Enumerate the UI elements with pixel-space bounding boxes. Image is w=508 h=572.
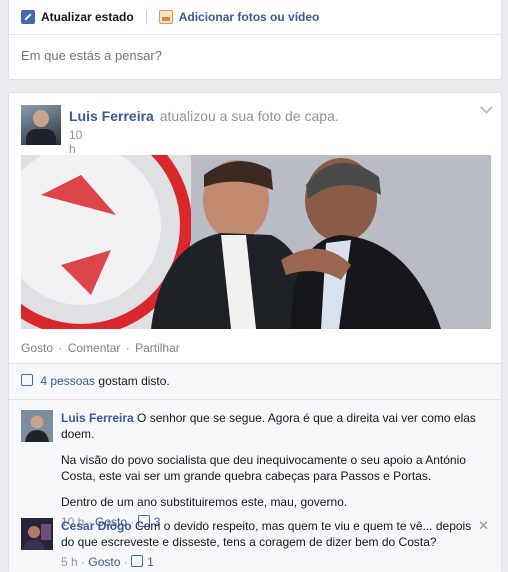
post-action-text: atualizou a sua foto de capa. xyxy=(159,108,339,124)
chevron-down-icon[interactable] xyxy=(480,101,493,114)
like-button[interactable]: Gosto xyxy=(21,341,53,355)
comment-first-line: Luis Ferreira O senhor que se segue. Ago… xyxy=(61,410,481,442)
likes-summary: 4 pessoas gostam disto. xyxy=(9,363,501,399)
comment-author-link[interactable]: Luis Ferreira xyxy=(61,411,134,425)
action-separator: · xyxy=(123,555,128,569)
likes-summary-text: 4 pessoas gostam disto. xyxy=(21,374,170,388)
comment-first-line: Cesar Diogo Com o devido respeito, mas q… xyxy=(61,518,481,550)
comments-section: Luis Ferreira O senhor que se segue. Ago… xyxy=(9,399,501,572)
tab-add-photos[interactable]: Adicionar fotos ou vídeo xyxy=(158,10,320,24)
cover-photo[interactable] xyxy=(21,155,491,329)
status-input[interactable]: Em que estás a pensar? xyxy=(9,35,501,76)
comment-like-count[interactable]: 1 xyxy=(147,555,154,569)
tab-divider xyxy=(145,10,147,24)
comment-timestamp[interactable]: 5 h · xyxy=(61,555,85,569)
action-separator: · xyxy=(58,341,63,355)
comment-author-link[interactable]: Cesar Diogo xyxy=(61,519,132,533)
close-icon[interactable]: ✕ xyxy=(478,518,489,534)
comment-avatar[interactable] xyxy=(21,518,53,550)
post-actions: Gosto · Comentar · Partilhar xyxy=(21,341,180,355)
tab-add-photos-label: Adicionar fotos ou vídeo xyxy=(178,10,320,24)
comment-avatar-art xyxy=(21,410,53,442)
comment: Cesar Diogo Com o devido respeito, mas q… xyxy=(21,518,489,572)
post-headline: Luis Ferreira atualizou a sua foto de ca… xyxy=(69,108,339,124)
composer-tabs: Atualizar estado Adicionar fotos ou víde… xyxy=(9,0,501,35)
comment-like-button[interactable]: Gosto xyxy=(88,555,120,569)
comment-paragraph: Na visão do povo socialista que deu ineq… xyxy=(61,453,466,483)
likes-count-link[interactable]: 4 pessoas xyxy=(40,374,95,388)
comment-meta: 5 h · Gosto · 1 xyxy=(61,554,481,570)
action-separator: · xyxy=(125,341,130,355)
likes-suffix: gostam disto. xyxy=(98,374,170,388)
status-composer: Atualizar estado Adicionar fotos ou víde… xyxy=(8,0,502,80)
feed-post: Luis Ferreira atualizou a sua foto de ca… xyxy=(8,92,502,572)
post-author-link[interactable]: Luis Ferreira xyxy=(69,108,154,124)
comment-body: Cesar Diogo Com o devido respeito, mas q… xyxy=(61,518,481,570)
comment-body: Luis Ferreira O senhor que se segue. Ago… xyxy=(61,410,481,530)
share-button[interactable]: Partilhar xyxy=(135,341,180,355)
comment-button[interactable]: Comentar xyxy=(68,341,121,355)
cover-photo-art xyxy=(21,155,491,329)
photo-icon xyxy=(158,10,173,24)
author-avatar[interactable] xyxy=(21,105,61,145)
pencil-icon xyxy=(21,10,35,24)
comment-avatar[interactable] xyxy=(21,410,53,442)
comment-avatar-art xyxy=(21,518,53,550)
comment: Luis Ferreira O senhor que se segue. Ago… xyxy=(21,410,489,529)
thumbs-up-icon xyxy=(21,374,33,386)
comment-paragraph: Dentro de um ano substituiremos este, ma… xyxy=(61,495,348,509)
tab-update-status-label: Atualizar estado xyxy=(41,10,134,24)
thumbs-up-icon xyxy=(131,555,144,567)
tab-update-status[interactable]: Atualizar estado xyxy=(21,10,134,24)
